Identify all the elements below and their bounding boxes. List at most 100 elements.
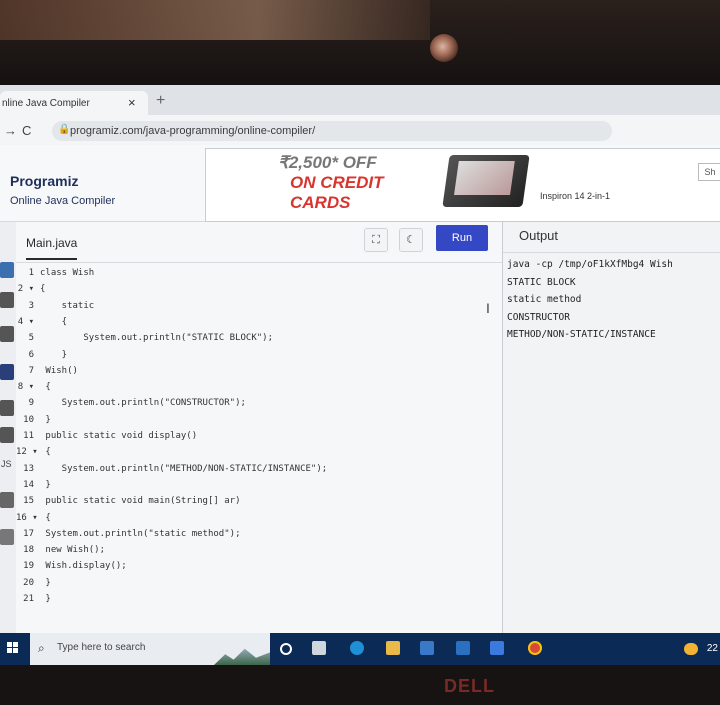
line-number: 1: [28, 268, 34, 278]
code-line[interactable]: 1 class Wish: [16, 266, 496, 280]
code-line[interactable]: 18 new Wish();: [16, 543, 496, 557]
code-editor[interactable]: Main.java ⛶ ☾ Run 1 class Wish 2 ▾ {3 stati…: [16, 222, 502, 670]
lock-icon: 🔒: [58, 124, 71, 135]
code-line[interactable]: 15 public static void main(String[] ar): [16, 494, 496, 508]
browser-tabbar: nline Java Compiler × +: [0, 85, 720, 115]
code-line[interactable]: 11 public static void display(): [16, 429, 496, 443]
page-subtitle: Online Java Compiler: [10, 195, 116, 207]
code-text: }: [40, 349, 68, 360]
ad-line-3: CARDS: [290, 193, 351, 212]
code-text: {: [40, 284, 46, 295]
store-icon[interactable]: [420, 641, 434, 655]
line-number: 6: [28, 349, 34, 360]
code-line[interactable]: 3 static: [16, 299, 496, 313]
output-line: CONSTRUCTOR: [507, 311, 570, 323]
line-number: 19: [23, 561, 34, 572]
code-text: Wish(): [40, 365, 78, 376]
code-line[interactable]: 21 }: [16, 592, 496, 606]
line-number: 9: [28, 398, 34, 409]
code-line[interactable]: 5 System.out.println("STATIC BLOCK");: [16, 331, 496, 345]
code-line[interactable]: 20 }: [16, 576, 496, 590]
bottom-bezel: [0, 665, 720, 705]
webcam: [430, 34, 458, 62]
code-line[interactable]: 6 }: [16, 348, 496, 362]
code-text: class Wish: [40, 268, 95, 278]
line-number: 11: [23, 431, 34, 441]
python-icon[interactable]: [0, 262, 14, 278]
search-icon: ⌕: [38, 641, 45, 655]
code-text: new Wish();: [40, 545, 106, 556]
new-tab-icon[interactable]: +: [156, 92, 165, 110]
close-icon[interactable]: ×: [128, 95, 136, 110]
code-line[interactable]: 7 Wish(): [16, 364, 496, 378]
text-cursor-icon: I: [486, 300, 490, 316]
reload-icon[interactable]: C: [22, 123, 31, 138]
language-sidebar: JS: [0, 222, 17, 670]
top-bezel: [0, 0, 720, 88]
code-line[interactable]: 4 ▾ {: [16, 315, 496, 329]
code-line[interactable]: 17 System.out.println("static method");: [16, 527, 496, 541]
file-explorer-icon[interactable]: [386, 641, 400, 655]
ad-price: ₹2,500* OFF: [278, 153, 377, 172]
line-number: 16 ▾: [16, 512, 38, 523]
laptop-image: [442, 155, 530, 207]
taskbar-search[interactable]: ⌕ Type here to search: [30, 633, 270, 665]
line-number: 17: [23, 528, 34, 539]
code-text: Wish.display();: [40, 561, 127, 572]
fullscreen-icon[interactable]: ⛶: [364, 228, 388, 252]
file-tab-main-java[interactable]: Main.java: [26, 236, 78, 260]
mountain-highlight-icon: [214, 648, 270, 665]
ad-line-2: ON CREDIT: [290, 173, 384, 192]
edge-icon[interactable]: [350, 641, 364, 655]
r-lang-icon[interactable]: [0, 292, 14, 308]
output-line: METHOD/NON-STATIC/INSTANCE: [507, 329, 656, 340]
line-number: 15: [23, 496, 34, 507]
app-icon[interactable]: [490, 641, 504, 655]
chrome-icon[interactable]: [528, 641, 542, 655]
html5-icon[interactable]: [0, 529, 14, 545]
ad-shop-button[interactable]: Sh: [698, 163, 720, 181]
ad-banner[interactable]: ₹2,500* OFF ON CREDIT CARDS Inspiron 14 …: [205, 148, 720, 222]
csharp-icon[interactable]: [0, 427, 14, 443]
output-panel: Output java -cp /tmp/oF1kXfMbg4 Wish STAT…: [502, 222, 720, 670]
background-blur: [0, 0, 430, 40]
javascript-icon[interactable]: JS: [1, 459, 12, 469]
back-arrow-icon[interactable]: →: [4, 123, 17, 138]
line-number: 14: [23, 479, 34, 490]
code-line[interactable]: 10 }: [16, 413, 496, 427]
clock[interactable]: 22: [707, 643, 718, 654]
code-line[interactable]: 13 System.out.println("METHOD/NON-STATIC…: [16, 462, 496, 476]
browser-tab[interactable]: nline Java Compiler ×: [0, 91, 148, 115]
sql-icon[interactable]: [0, 326, 14, 342]
code-text: }: [40, 479, 51, 490]
code-text: System.out.println("STATIC BLOCK");: [40, 333, 273, 344]
address-bar-row: → C 🔒 programiz.com/java-programming/onl…: [0, 115, 720, 145]
line-number: 2 ▾: [17, 284, 34, 295]
code-line[interactable]: 2 ▾ {: [16, 282, 496, 296]
code-line[interactable]: 16 ▾ {: [16, 511, 496, 525]
weather-icon[interactable]: [684, 643, 698, 655]
cortana-icon[interactable]: [280, 643, 292, 655]
dark-mode-icon[interactable]: ☾: [399, 228, 423, 252]
run-button[interactable]: Run: [436, 225, 488, 251]
url-field[interactable]: 🔒 programiz.com/java-programming/online-…: [52, 121, 612, 141]
output-line: static method: [507, 294, 582, 305]
output-line: java -cp /tmp/oF1kXfMbg4 Wish: [507, 259, 673, 270]
database-icon[interactable]: [0, 492, 14, 508]
windows-start-icon[interactable]: [7, 642, 19, 654]
code-line[interactable]: 9 System.out.println("CONSTRUCTOR");: [16, 396, 496, 410]
programiz-logo[interactable]: Programiz: [10, 173, 78, 189]
output-line: STATIC BLOCK: [507, 276, 576, 288]
code-text: }: [40, 414, 51, 425]
task-view-icon[interactable]: [312, 641, 326, 655]
java-icon[interactable]: [0, 364, 14, 380]
code-line[interactable]: 14 }: [16, 478, 496, 492]
code-text: {: [40, 512, 51, 523]
code-text: {: [40, 382, 51, 393]
code-line[interactable]: 8 ▾ {: [16, 380, 496, 394]
code-line[interactable]: 12 ▾ {: [16, 445, 496, 459]
search-placeholder: Type here to search: [57, 642, 146, 653]
mail-icon[interactable]: [456, 641, 470, 655]
code-line[interactable]: 19 Wish.display();: [16, 559, 496, 573]
cpp-icon[interactable]: [0, 400, 14, 416]
